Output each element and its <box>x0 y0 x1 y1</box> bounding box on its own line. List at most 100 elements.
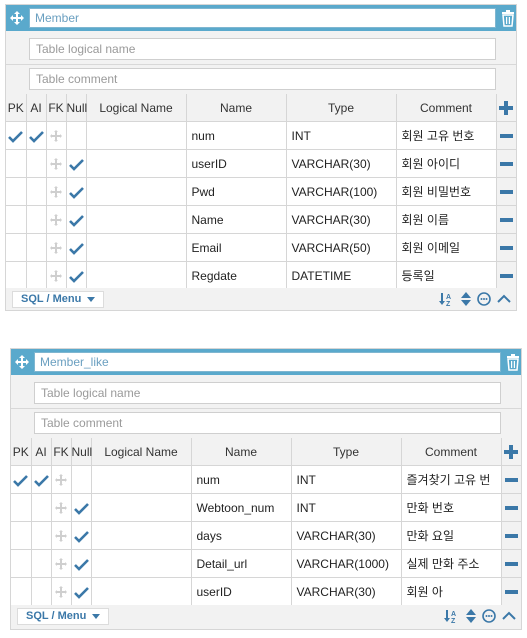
null-cell[interactable] <box>71 465 92 494</box>
foreign-key-icon[interactable] <box>55 530 67 543</box>
column-name-cell[interactable]: num <box>191 465 292 494</box>
check-icon[interactable] <box>73 586 89 599</box>
pk-cell[interactable] <box>6 233 27 262</box>
foreign-key-icon[interactable] <box>55 586 67 599</box>
column-type-cell[interactable]: VARCHAR(30) <box>286 205 397 234</box>
column-type-cell[interactable]: VARCHAR(30) <box>286 149 397 178</box>
column-name-cell[interactable]: days <box>191 521 292 550</box>
column-name-cell[interactable]: Name <box>186 205 287 234</box>
ai-cell[interactable] <box>26 149 47 178</box>
ai-cell[interactable] <box>31 465 52 494</box>
column-comment-cell[interactable]: 회원 이름 <box>396 205 497 234</box>
fk-cell[interactable] <box>46 205 67 234</box>
check-icon[interactable] <box>73 530 89 543</box>
pk-cell[interactable] <box>6 121 27 150</box>
pk-cell[interactable] <box>6 261 27 290</box>
null-cell[interactable] <box>71 549 92 578</box>
null-cell[interactable] <box>71 577 92 606</box>
null-cell[interactable] <box>66 205 87 234</box>
table-comment-input[interactable]: Table comment <box>34 412 501 434</box>
pk-cell[interactable] <box>11 465 32 494</box>
table-comment-input[interactable]: Table comment <box>29 68 496 90</box>
remove-column-icon[interactable] <box>499 274 513 279</box>
column-type-cell[interactable]: VARCHAR(30) <box>291 521 402 550</box>
column-name-cell[interactable]: userID <box>186 149 287 178</box>
remove-column-icon[interactable] <box>499 134 513 139</box>
check-icon[interactable] <box>73 558 89 571</box>
pk-cell[interactable] <box>6 149 27 178</box>
table-name-input[interactable]: Member <box>29 8 496 28</box>
move-icon[interactable] <box>14 354 30 370</box>
pk-cell[interactable] <box>11 577 32 606</box>
column-comment-cell[interactable]: 만화 번호 <box>401 493 502 522</box>
fk-cell[interactable] <box>46 149 67 178</box>
column-name-cell[interactable]: userID <box>191 577 292 606</box>
column-type-cell[interactable]: VARCHAR(1000) <box>291 549 402 578</box>
ai-cell[interactable] <box>26 233 47 262</box>
check-icon[interactable] <box>68 242 84 255</box>
fk-cell[interactable] <box>51 493 72 522</box>
foreign-key-icon[interactable] <box>50 242 62 255</box>
add-column-icon[interactable] <box>504 444 519 459</box>
column-type-cell[interactable]: INT <box>291 465 402 494</box>
check-icon[interactable] <box>8 130 24 143</box>
trash-icon[interactable] <box>505 353 521 371</box>
logical-name-cell[interactable] <box>86 149 187 178</box>
column-comment-cell[interactable]: 회원 아이디 <box>396 149 497 178</box>
null-cell[interactable] <box>66 121 87 150</box>
column-comment-cell[interactable]: 등록일 <box>396 261 497 290</box>
remove-column-icon[interactable] <box>499 218 513 223</box>
check-icon[interactable] <box>68 214 84 227</box>
column-comment-cell[interactable]: 회원 아 <box>401 577 502 606</box>
chevron-up-icon[interactable] <box>501 608 517 624</box>
fk-cell[interactable] <box>51 549 72 578</box>
fk-cell[interactable] <box>46 177 67 206</box>
foreign-key-icon[interactable] <box>50 214 62 227</box>
check-icon[interactable] <box>68 270 84 283</box>
foreign-key-icon[interactable] <box>55 502 67 515</box>
trash-icon[interactable] <box>500 9 516 27</box>
foreign-key-icon[interactable] <box>55 474 67 487</box>
column-name-cell[interactable]: num <box>186 121 287 150</box>
up-down-icon[interactable] <box>463 608 479 624</box>
sort-az-icon[interactable]: A Z <box>444 608 460 624</box>
foreign-key-icon[interactable] <box>50 130 62 143</box>
foreign-key-icon[interactable] <box>50 186 62 199</box>
column-name-cell[interactable]: Regdate <box>186 261 287 290</box>
logical-name-cell[interactable] <box>86 233 187 262</box>
fk-cell[interactable] <box>51 521 72 550</box>
logical-name-cell[interactable] <box>86 121 187 150</box>
logical-name-cell[interactable] <box>91 521 192 550</box>
remove-column-icon[interactable] <box>504 534 518 539</box>
ai-cell[interactable] <box>31 493 52 522</box>
column-name-cell[interactable]: Email <box>186 233 287 262</box>
pk-cell[interactable] <box>11 493 32 522</box>
column-type-cell[interactable]: DATETIME <box>286 261 397 290</box>
column-type-cell[interactable]: VARCHAR(50) <box>286 233 397 262</box>
remove-column-icon[interactable] <box>504 506 518 511</box>
table-logical-name-input[interactable]: Table logical name <box>34 382 501 404</box>
column-type-cell[interactable]: VARCHAR(100) <box>286 177 397 206</box>
table-name-input[interactable]: Member_like <box>34 352 501 372</box>
ai-cell[interactable] <box>26 205 47 234</box>
column-type-cell[interactable]: VARCHAR(30) <box>291 577 402 606</box>
null-cell[interactable] <box>71 493 92 522</box>
check-icon[interactable] <box>28 130 44 143</box>
column-comment-cell[interactable]: 회원 고유 번호 <box>396 121 497 150</box>
logical-name-cell[interactable] <box>86 177 187 206</box>
foreign-key-icon[interactable] <box>50 270 62 283</box>
move-icon[interactable] <box>9 10 25 26</box>
column-comment-cell[interactable]: 회원 이메일 <box>396 233 497 262</box>
check-icon[interactable] <box>13 474 29 487</box>
fk-cell[interactable] <box>46 261 67 290</box>
logical-name-cell[interactable] <box>91 465 192 494</box>
fk-cell[interactable] <box>51 577 72 606</box>
fk-cell[interactable] <box>51 465 72 494</box>
check-icon[interactable] <box>68 158 84 171</box>
fk-cell[interactable] <box>46 233 67 262</box>
pk-cell[interactable] <box>6 177 27 206</box>
check-icon[interactable] <box>73 502 89 515</box>
ai-cell[interactable] <box>26 121 47 150</box>
pk-cell[interactable] <box>11 549 32 578</box>
column-type-cell[interactable]: INT <box>286 121 397 150</box>
